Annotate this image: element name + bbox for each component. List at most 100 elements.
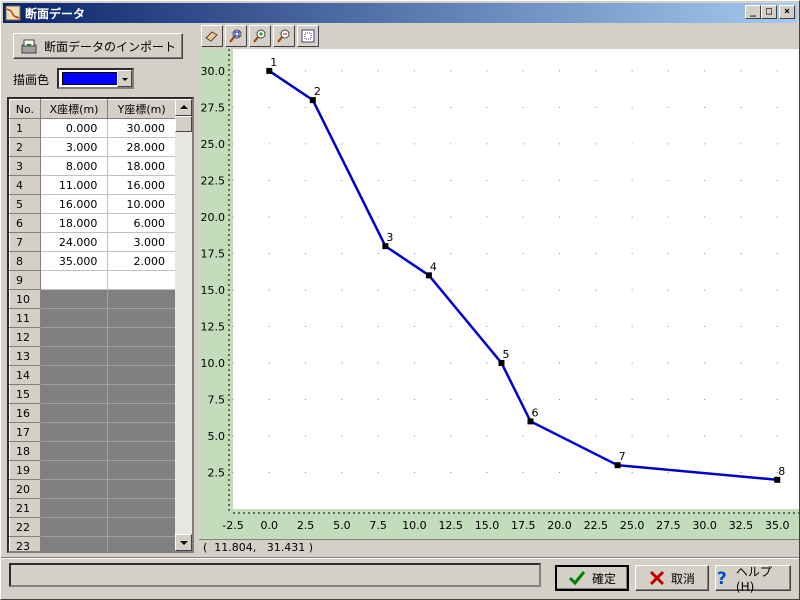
row-number[interactable]: 9	[9, 270, 41, 290]
y-coordinate-cell[interactable]: 30.000	[107, 118, 176, 138]
y-coordinate-cell[interactable]: 6.000	[107, 213, 176, 233]
y-coordinate-cell[interactable]	[107, 308, 176, 328]
x-coordinate-cell[interactable]: 35.000	[39, 251, 109, 271]
x-coordinate-cell[interactable]	[39, 384, 109, 404]
table-row[interactable]: 7 24.000 3.000	[9, 232, 176, 252]
table-row[interactable]: 6 18.000 6.000	[9, 213, 176, 233]
chevron-down-icon[interactable]	[117, 70, 132, 87]
x-coordinate-cell[interactable]	[39, 346, 109, 366]
y-coordinate-cell[interactable]	[107, 517, 176, 537]
table-row[interactable]: 5 16.000 10.000	[9, 194, 176, 214]
table-row[interactable]: 23	[9, 536, 176, 551]
y-coordinate-cell[interactable]	[107, 479, 176, 499]
col-header-y[interactable]: Y座標(m)	[107, 99, 176, 119]
x-coordinate-cell[interactable]	[39, 479, 109, 499]
row-number[interactable]: 20	[9, 479, 41, 499]
cancel-button[interactable]: 取消	[635, 565, 709, 591]
row-number[interactable]: 2	[9, 137, 41, 157]
y-coordinate-cell[interactable]	[107, 346, 176, 366]
x-coordinate-cell[interactable]: 8.000	[39, 156, 109, 176]
row-number[interactable]: 1	[9, 118, 41, 138]
minimize-button[interactable]: _	[745, 5, 761, 19]
table-row[interactable]: 18	[9, 441, 176, 461]
maximize-button[interactable]: □	[761, 5, 777, 19]
row-number[interactable]: 15	[9, 384, 41, 404]
x-coordinate-cell[interactable]: 3.000	[39, 137, 109, 157]
row-number[interactable]: 5	[9, 194, 41, 214]
table-row[interactable]: 16	[9, 403, 176, 423]
row-number[interactable]: 8	[9, 251, 41, 271]
table-row[interactable]: 19	[9, 460, 176, 480]
y-coordinate-cell[interactable]: 16.000	[107, 175, 176, 195]
table-row[interactable]: 11	[9, 308, 176, 328]
row-number[interactable]: 10	[9, 289, 41, 309]
table-row[interactable]: 22	[9, 517, 176, 537]
table-row[interactable]: 3 8.000 18.000	[9, 156, 176, 176]
scroll-down-button[interactable]	[175, 534, 192, 551]
import-button[interactable]: 断面データのインポート	[13, 33, 183, 59]
table-row[interactable]: 1 0.000 30.000	[9, 118, 176, 138]
draw-color-select[interactable]	[57, 68, 134, 89]
table-row[interactable]: 9	[9, 270, 176, 290]
row-number[interactable]: 21	[9, 498, 41, 518]
y-coordinate-cell[interactable]	[107, 536, 176, 551]
x-coordinate-cell[interactable]	[39, 403, 109, 423]
x-coordinate-cell[interactable]: 11.000	[39, 175, 109, 195]
row-number[interactable]: 17	[9, 422, 41, 442]
eraser-icon[interactable]	[201, 25, 223, 47]
table-row[interactable]: 8 35.000 2.000	[9, 251, 176, 271]
table-row[interactable]: 12	[9, 327, 176, 347]
table-row[interactable]: 14	[9, 365, 176, 385]
row-number[interactable]: 6	[9, 213, 41, 233]
title-bar[interactable]: 断面データ _ □ ×	[3, 3, 797, 23]
chart-area[interactable]: -2.5 0.0 2.5 5.0 7.5 10.0 12.5 15.0 17.5 20.0 22.5…	[199, 49, 799, 539]
row-number[interactable]: 19	[9, 460, 41, 480]
y-coordinate-cell[interactable]	[107, 441, 176, 461]
x-coordinate-cell[interactable]	[39, 365, 109, 385]
scroll-up-button[interactable]	[175, 99, 192, 116]
x-coordinate-cell[interactable]	[39, 441, 109, 461]
y-coordinate-cell[interactable]	[107, 498, 176, 518]
ok-button[interactable]: 確定	[555, 565, 629, 591]
table-row[interactable]: 17	[9, 422, 176, 442]
y-coordinate-cell[interactable]	[107, 270, 176, 290]
scroll-thumb[interactable]	[175, 116, 192, 132]
close-button[interactable]: ×	[779, 5, 795, 19]
x-coordinate-cell[interactable]: 16.000	[39, 194, 109, 214]
row-number[interactable]: 4	[9, 175, 41, 195]
x-coordinate-cell[interactable]	[39, 270, 109, 290]
x-coordinate-cell[interactable]: 24.000	[39, 232, 109, 252]
row-number[interactable]: 18	[9, 441, 41, 461]
table-row[interactable]: 2 3.000 28.000	[9, 137, 176, 157]
y-coordinate-cell[interactable]	[107, 460, 176, 480]
row-number[interactable]: 7	[9, 232, 41, 252]
y-coordinate-cell[interactable]: 3.000	[107, 232, 176, 252]
row-number[interactable]: 14	[9, 365, 41, 385]
row-number[interactable]: 13	[9, 346, 41, 366]
y-coordinate-cell[interactable]	[107, 403, 176, 423]
fit-view-icon[interactable]	[297, 25, 319, 47]
table-row[interactable]: 10	[9, 289, 176, 309]
x-coordinate-cell[interactable]	[39, 498, 109, 518]
y-coordinate-cell[interactable]	[107, 327, 176, 347]
zoom-out-icon[interactable]	[273, 25, 295, 47]
x-coordinate-cell[interactable]	[39, 289, 109, 309]
table-row[interactable]: 4 11.000 16.000	[9, 175, 176, 195]
grid-scrollbar[interactable]	[175, 99, 192, 551]
table-row[interactable]: 15	[9, 384, 176, 404]
y-coordinate-cell[interactable]	[107, 422, 176, 442]
x-coordinate-cell[interactable]	[39, 422, 109, 442]
row-number[interactable]: 23	[9, 536, 41, 551]
row-number[interactable]: 12	[9, 327, 41, 347]
x-coordinate-cell[interactable]	[39, 308, 109, 328]
x-coordinate-cell[interactable]	[39, 536, 109, 551]
x-coordinate-cell[interactable]	[39, 327, 109, 347]
row-number[interactable]: 3	[9, 156, 41, 176]
x-coordinate-cell[interactable]	[39, 460, 109, 480]
y-coordinate-cell[interactable]: 10.000	[107, 194, 176, 214]
row-number[interactable]: 16	[9, 403, 41, 423]
table-row[interactable]: 20	[9, 479, 176, 499]
y-coordinate-cell[interactable]: 18.000	[107, 156, 176, 176]
y-coordinate-cell[interactable]	[107, 365, 176, 385]
x-coordinate-cell[interactable]	[39, 517, 109, 537]
